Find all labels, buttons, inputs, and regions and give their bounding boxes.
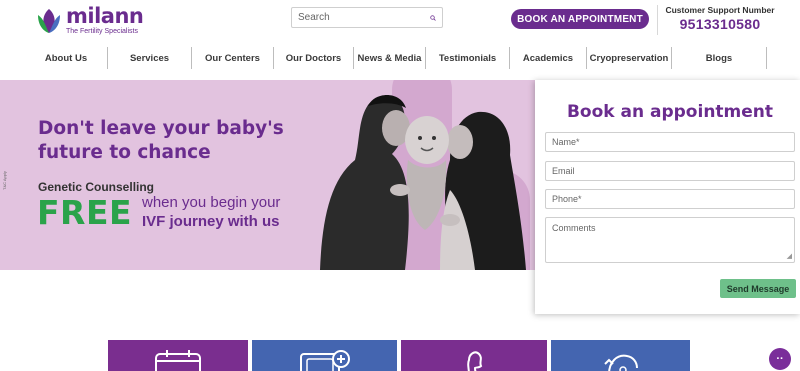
logo[interactable]: milann The Fertility Specialists	[36, 4, 144, 35]
service-tile-woman[interactable]	[401, 340, 547, 371]
woman-profile-icon	[467, 351, 483, 371]
chat-icon: ··	[776, 353, 784, 365]
nav-item-about-us[interactable]: About Us	[25, 47, 108, 69]
comments-field[interactable]: Comments ◢	[545, 217, 795, 263]
nav-item-blogs[interactable]: Blogs	[672, 47, 767, 69]
hero-subtitle: Genetic Counselling	[38, 180, 155, 194]
logo-tagline: The Fertility Specialists	[66, 28, 138, 35]
nav-item-our-centers[interactable]: Our Centers	[192, 47, 274, 69]
nav-item-testimonials[interactable]: Testimonials	[426, 47, 510, 69]
family-photo	[320, 95, 526, 270]
header-divider	[657, 5, 658, 35]
support-phone[interactable]: 9513310580	[664, 16, 776, 32]
phone-field[interactable]: Phone*	[545, 189, 795, 209]
chat-button[interactable]: ··	[769, 348, 791, 370]
nav-item-news-media[interactable]: News & Media	[354, 47, 426, 69]
nav-item-cryopreservation[interactable]: Cryopreservation	[587, 47, 672, 69]
search-box	[291, 7, 443, 28]
nav-item-our-doctors[interactable]: Our Doctors	[274, 47, 354, 69]
customer-support: Customer Support Number 9513310580	[664, 5, 776, 32]
appointment-form: Book an appointment Name* Email Phone* C…	[535, 80, 800, 314]
logo-name: milann	[66, 4, 144, 28]
medical-kit-icon	[299, 350, 350, 371]
nav-item-academics[interactable]: Academics	[510, 47, 587, 69]
resize-handle-icon[interactable]: ◢	[787, 253, 792, 260]
name-field[interactable]: Name*	[545, 132, 795, 152]
form-title: Book an appointment	[566, 102, 774, 122]
refresh-icon	[603, 354, 638, 371]
nav-item-services[interactable]: Services	[108, 47, 192, 69]
search-input[interactable]	[298, 12, 430, 23]
service-tile-calendar[interactable]	[108, 340, 248, 371]
send-message-button[interactable]: Send Message	[720, 279, 796, 298]
hero-banner[interactable]: T&C Apply Don't leave your baby's future…	[0, 80, 536, 270]
hero-title: Don't leave your baby's future to chance	[38, 118, 284, 163]
service-tile-medical[interactable]	[252, 340, 397, 371]
comments-placeholder: Comments	[552, 223, 596, 233]
main-nav: About Us Services Our Centers Our Doctor…	[25, 47, 777, 69]
page: milann The Fertility Specialists BOOK AN…	[0, 0, 800, 371]
support-label: Customer Support Number	[665, 5, 775, 15]
search-icon[interactable]	[430, 12, 436, 24]
email-field[interactable]: Email	[545, 161, 795, 181]
book-appointment-button[interactable]: BOOK AN APPOINTMENT	[511, 9, 649, 29]
hero-small-print: T&C Apply	[2, 171, 7, 190]
service-tile-refresh[interactable]	[551, 340, 690, 371]
hero-line-2: IVF journey with us	[142, 213, 280, 230]
hero-free-text: FREE	[37, 193, 133, 232]
logo-icon	[38, 8, 60, 33]
hero-line-1: when you begin your	[142, 194, 281, 211]
calendar-icon	[155, 350, 201, 371]
